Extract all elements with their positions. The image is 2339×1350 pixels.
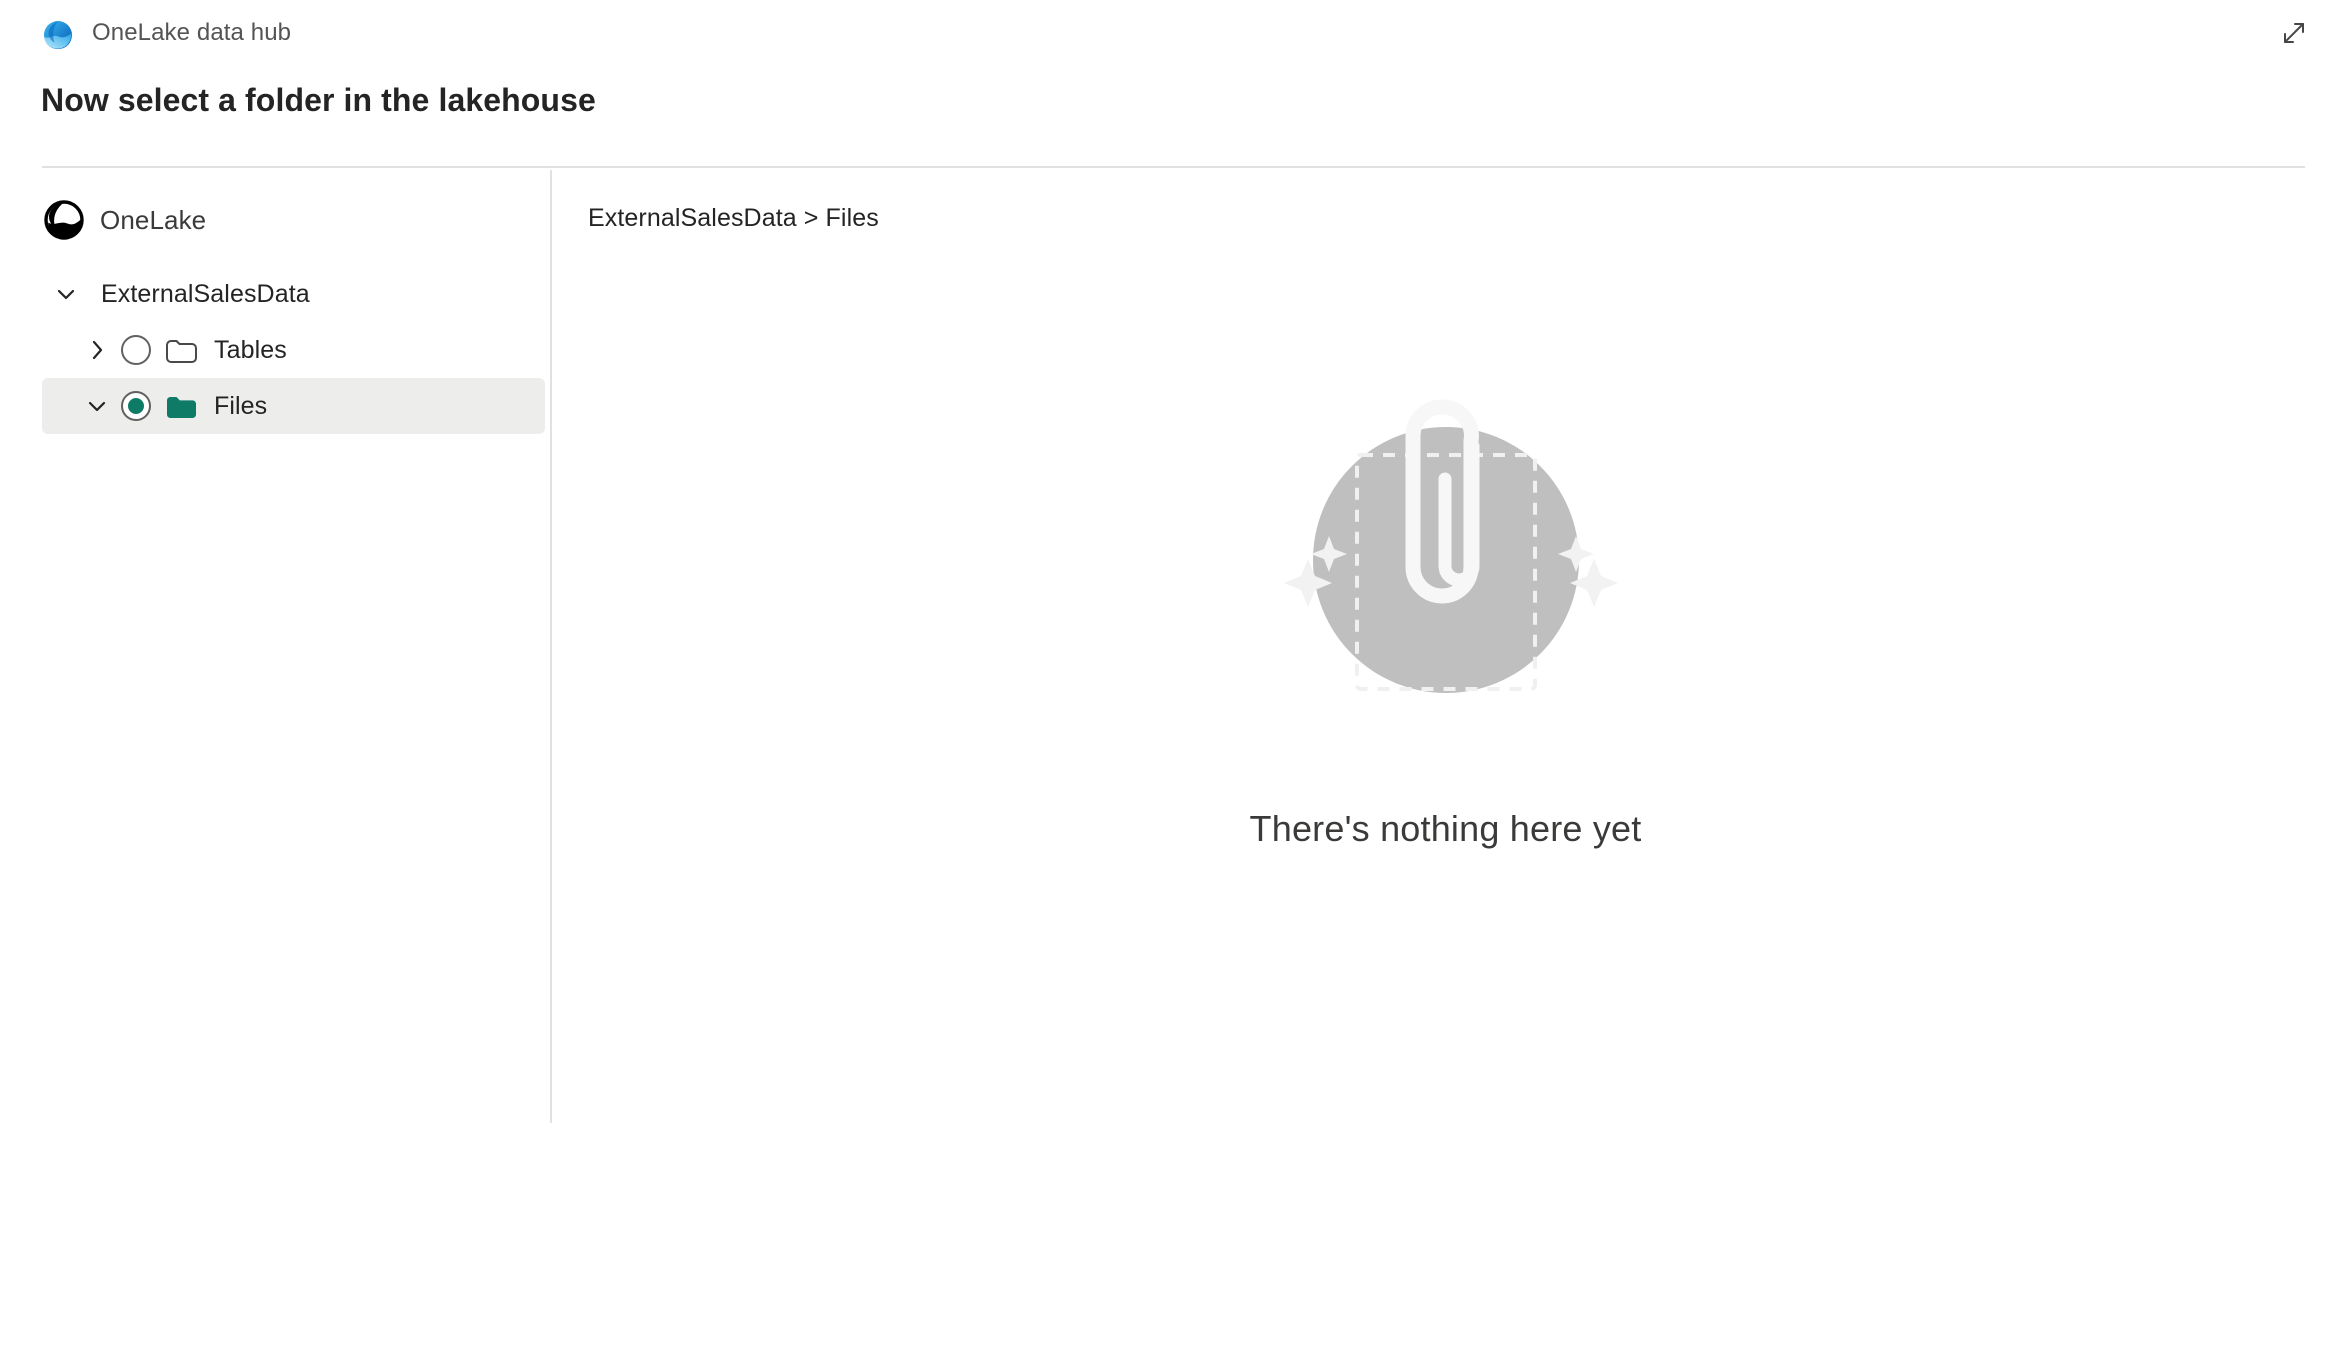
expand-dialog-button[interactable] [2269,8,2319,58]
brand-title: OneLake data hub [92,19,292,46]
onelake-circle-logo-icon [42,198,86,242]
dialog-body: OneLake ExternalSalesData Tables Files E… [0,170,2339,1130]
tree-item-label: ExternalSalesData [101,279,310,308]
paperclip-empty-folder-illustration-icon [1246,360,1646,760]
chevron-down-icon[interactable] [73,393,121,419]
folder-filled-icon [165,393,214,420]
tree-item-radio-files[interactable] [121,391,151,421]
header-divider [42,166,2305,168]
expand-diagonal-icon [2280,19,2308,47]
onelake-source-header: OneLake [42,198,206,242]
onelake-source-label: OneLake [100,204,207,235]
tree-item-externalsalesdata[interactable]: ExternalSalesData [42,266,542,322]
chevron-right-icon[interactable] [73,337,121,363]
dialog-footer: Previous Apply Cancel [0,1130,2339,1350]
onelake-tree-panel: OneLake ExternalSalesData Tables Files [0,170,548,1123]
onelake-droplet-logo-icon [41,16,75,50]
tree-item-files[interactable]: Files [42,378,545,434]
tree-item-tables[interactable]: Tables [42,322,545,378]
tree-item-radio-tables[interactable] [121,335,151,365]
page-title: Now select a folder in the lakehouse [41,82,596,118]
chevron-down-icon[interactable] [42,281,90,307]
folder-outline-icon [165,337,214,364]
breadcrumb[interactable]: ExternalSalesData > Files [588,204,879,233]
dialog-titlebar: OneLake data hub [0,0,2339,66]
brand: OneLake data hub [41,16,291,50]
onelake-folder-picker-dialog: OneLake data hub Now select a folder in … [0,0,2339,1350]
tree-item-label: Tables [214,335,287,364]
folder-tree: ExternalSalesData Tables Files [0,266,548,434]
empty-state: There's nothing here yet [552,360,2339,850]
empty-state-message: There's nothing here yet [1249,808,1642,849]
folder-content-panel: ExternalSalesData > Files There's nothin… [552,170,2339,1123]
tree-item-label: Files [214,391,268,420]
